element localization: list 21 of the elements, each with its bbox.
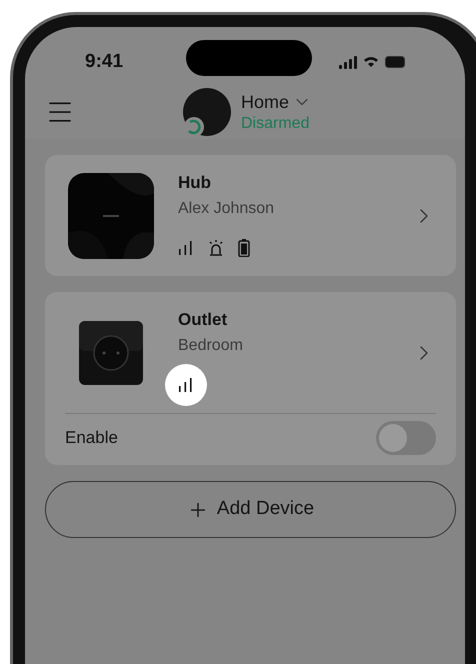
device-location: Bedroom <box>178 336 244 356</box>
wifi-icon <box>363 56 379 68</box>
signal-icon <box>178 240 194 256</box>
siren-icon <box>207 239 225 257</box>
signal-icon <box>178 377 194 393</box>
loading-ring-icon <box>183 116 205 138</box>
add-device-button[interactable]: Add Device <box>45 481 456 538</box>
toggle-switch[interactable] <box>376 421 436 455</box>
security-status: Disarmed <box>241 114 310 134</box>
device-card[interactable]: Outlet Bedroom Enable <box>45 292 456 465</box>
device-card[interactable]: Hub Alex Johnson <box>45 155 456 276</box>
home-name[interactable]: Home <box>241 90 290 114</box>
status-time: 9:41 <box>85 50 124 74</box>
enable-label: Enable <box>65 427 118 450</box>
device-name: Hub <box>178 172 212 194</box>
device-name: Outlet <box>178 309 228 331</box>
device-location: Alex Johnson <box>178 199 276 219</box>
cellular-signal-icon <box>339 56 357 68</box>
battery-icon <box>238 239 250 257</box>
hub-avatar[interactable] <box>183 88 231 136</box>
battery-status-icon <box>385 56 405 68</box>
